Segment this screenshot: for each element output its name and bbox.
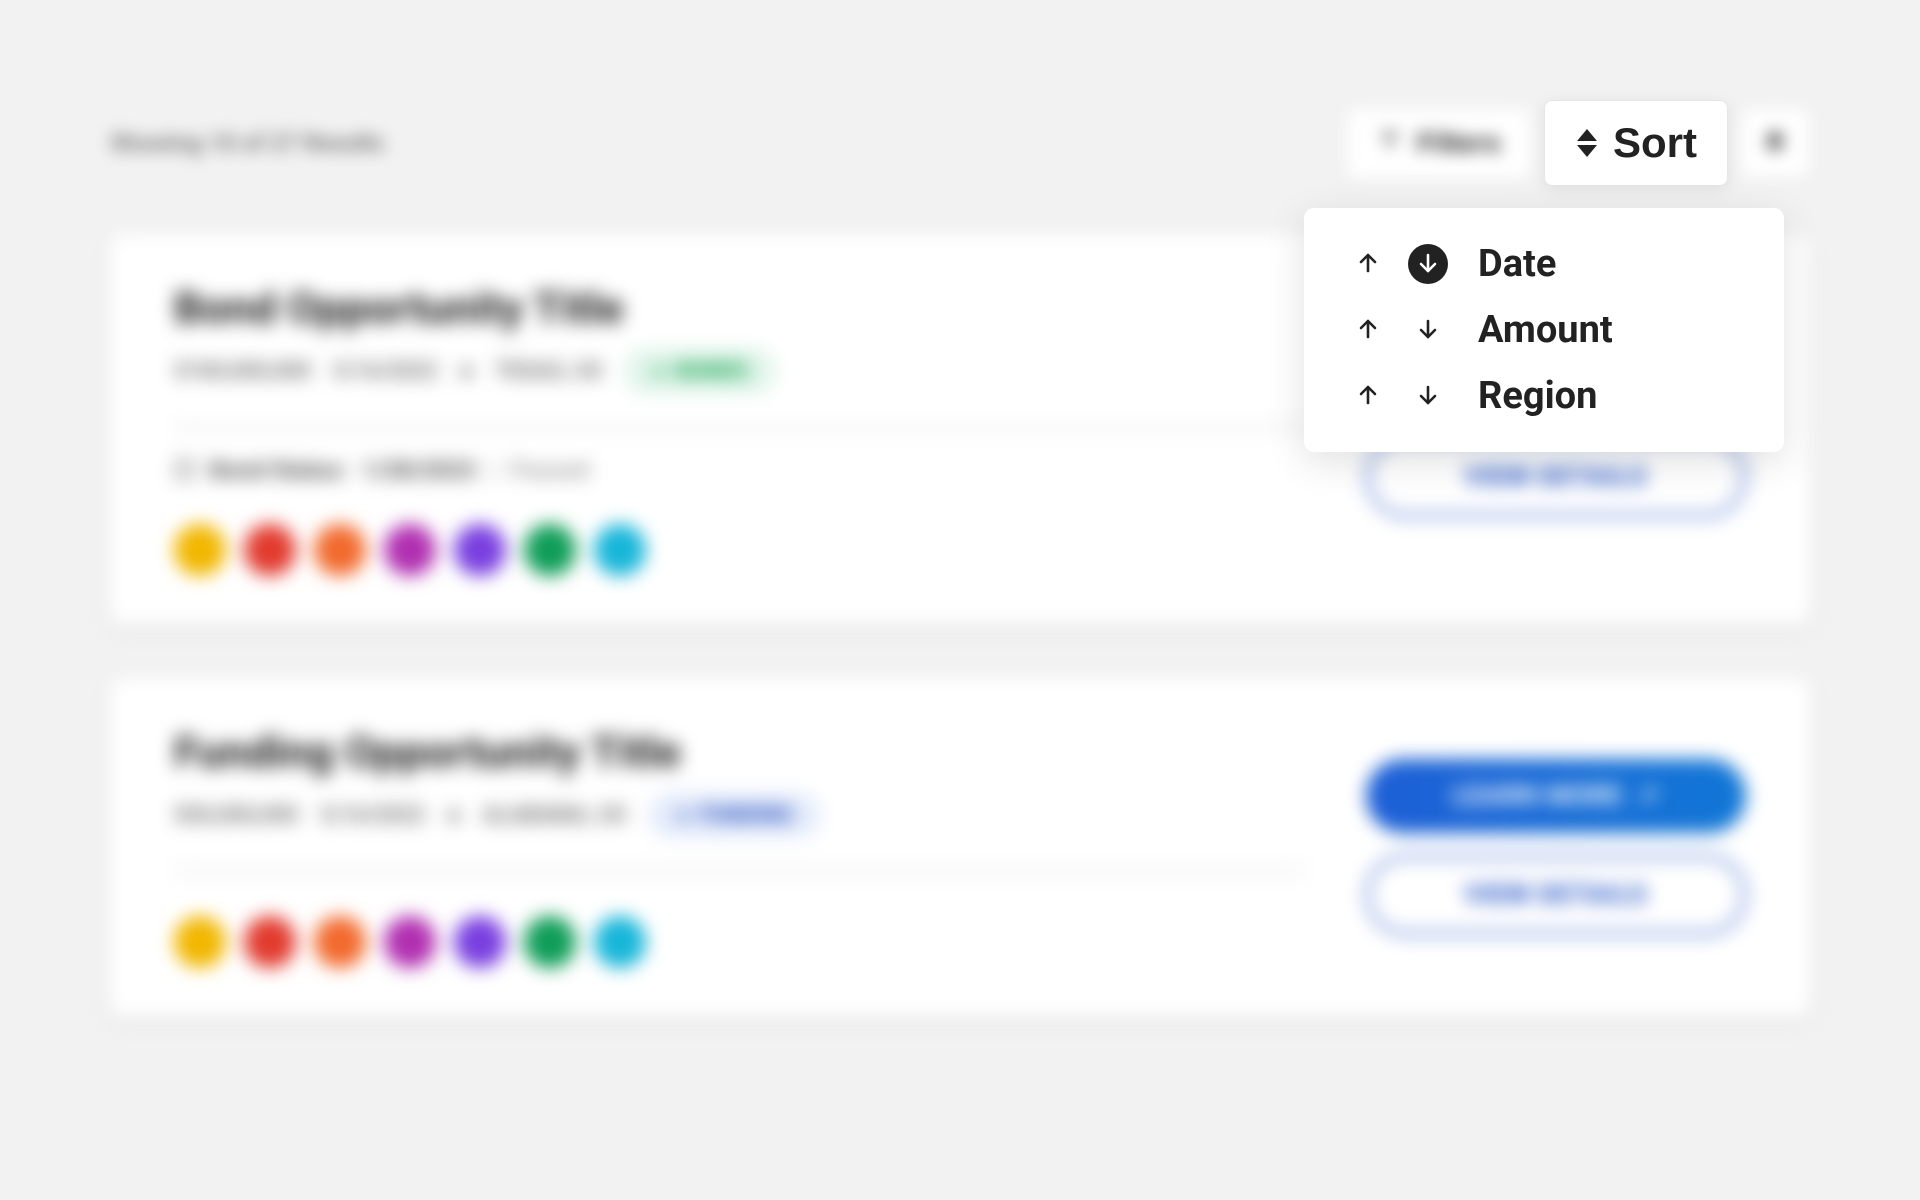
divider	[174, 874, 1306, 876]
arrow-down-icon	[1416, 317, 1440, 344]
toolbar: Showing 10 of 27 Results Filters Sort	[110, 100, 1810, 186]
category-circle[interactable]	[454, 524, 506, 576]
status-value: Passed	[510, 456, 589, 484]
card-amount: $50,000,000	[174, 803, 298, 828]
sort-option-row: Amount	[1348, 308, 1740, 352]
category-circle[interactable]	[594, 916, 646, 968]
category-circle[interactable]	[384, 524, 436, 576]
card-amount: $100,000,000	[174, 359, 311, 384]
learn-more-label: LEARN MORE	[1453, 781, 1623, 811]
category-circle[interactable]	[244, 916, 296, 968]
category-circle[interactable]	[524, 916, 576, 968]
external-link-icon: ↗	[1637, 781, 1660, 811]
sort-option-row: Region	[1348, 374, 1740, 418]
sort-asc-button[interactable]	[1348, 310, 1388, 350]
category-circle[interactable]	[314, 524, 366, 576]
divider	[174, 422, 1306, 424]
sort-label: Sort	[1613, 119, 1697, 167]
sort-icon	[1575, 129, 1599, 157]
card-title: Funding Opportunity Title	[174, 726, 1306, 778]
filters-button[interactable]: Filters	[1346, 108, 1532, 179]
sort-option-label[interactable]: Date	[1478, 242, 1556, 286]
card-location: TEXAS, US	[495, 359, 602, 384]
category-circle[interactable]	[314, 916, 366, 968]
tag-dot-icon: ●	[652, 358, 665, 384]
arrow-down-icon	[1416, 251, 1440, 278]
view-details-label: VIEW DETAILS	[1465, 880, 1648, 910]
location-pin-icon: ●	[460, 358, 473, 384]
category-circles	[174, 524, 1306, 576]
sort-option-label[interactable]: Amount	[1478, 308, 1613, 352]
sort-option-row: Date	[1348, 242, 1740, 286]
status-line: ☐ Bond Status: 1/28/2023 | Passed	[174, 456, 1306, 484]
category-circle[interactable]	[524, 524, 576, 576]
results-count-text: Showing 10 of 27 Results	[110, 129, 384, 157]
card-date: 5/16/2022	[333, 359, 438, 384]
category-circle[interactable]	[174, 916, 226, 968]
sort-dropdown: Date Amount Region	[1304, 208, 1784, 452]
tag-label: BONDS	[676, 359, 749, 384]
card-date: 5/16/2022	[320, 803, 425, 828]
view-details-button[interactable]: VIEW DETAILS	[1366, 855, 1746, 935]
sort-desc-button[interactable]	[1408, 376, 1448, 416]
status-date: 1/28/2023	[362, 456, 476, 484]
tag-dot-icon: ●	[676, 802, 689, 828]
calendar-icon: ☐	[174, 456, 196, 484]
sort-asc-button[interactable]	[1348, 376, 1388, 416]
category-circles	[174, 916, 1306, 968]
category-circle[interactable]	[454, 916, 506, 968]
status-label: Bond Status:	[210, 456, 348, 484]
arrow-up-icon	[1356, 251, 1380, 278]
category-circle[interactable]	[594, 524, 646, 576]
card-location: ALABAMA, US	[482, 803, 626, 828]
category-tag: ● FUNDING	[648, 792, 821, 838]
sort-button[interactable]: Sort	[1544, 100, 1728, 186]
tag-label: FUNDING	[699, 803, 792, 828]
divider	[174, 866, 1306, 868]
arrow-up-icon	[1356, 383, 1380, 410]
filter-icon	[1377, 127, 1403, 160]
learn-more-button[interactable]: LEARN MORE ↗	[1366, 759, 1746, 833]
sort-option-label[interactable]: Region	[1478, 374, 1597, 418]
sort-desc-button[interactable]	[1408, 310, 1448, 350]
arrow-down-icon	[1416, 383, 1440, 410]
arrow-up-icon	[1356, 317, 1380, 344]
view-details-label: VIEW DETAILS	[1465, 462, 1648, 492]
filters-label: Filters	[1417, 127, 1501, 159]
sort-asc-button[interactable]	[1348, 244, 1388, 284]
divider	[174, 430, 1306, 432]
opportunity-card: Funding Opportunity Title $50,000,000 5/…	[110, 678, 1810, 1016]
category-circle[interactable]	[244, 524, 296, 576]
sort-desc-button[interactable]	[1408, 244, 1448, 284]
category-circle[interactable]	[384, 916, 436, 968]
notifications-button[interactable]	[1740, 108, 1810, 178]
card-title: Bond Opportunity Title	[174, 282, 1306, 334]
category-circle[interactable]	[174, 524, 226, 576]
location-pin-icon: ●	[447, 802, 460, 828]
toolbar-actions: Filters Sort	[1346, 100, 1810, 186]
category-tag: ● BONDS	[624, 348, 776, 394]
